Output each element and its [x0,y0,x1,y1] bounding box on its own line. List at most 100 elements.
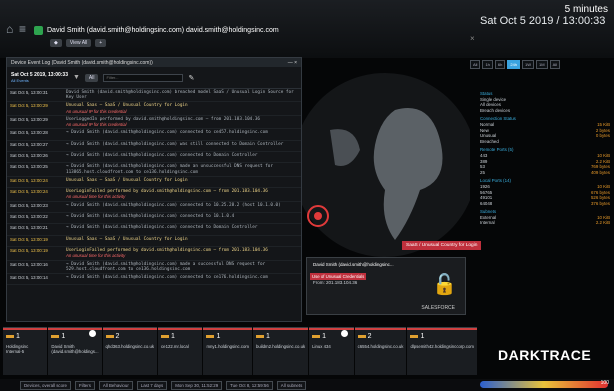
event-log-titlebar[interactable]: Device Event Log (David Smith (david.smi… [7,58,301,67]
tile-count-value: 1 [171,333,175,340]
close-icon[interactable]: × [470,34,475,43]
user-chip[interactable]: David Smith (david.smith@holdingsinc.com… [30,23,283,37]
event-log-toolbar: Sat Oct 5 2019, 13:00:33 All Events ▼ Al… [7,67,301,89]
tile-name: mny1.holdingsinc.com [206,344,249,349]
device-tile[interactable]: 1 dlpsemith42.holdingsinccorp.com [407,327,477,375]
alert-label[interactable]: SaaS / Unusual Country for Login [402,241,482,250]
event-log-sub: All Events [11,78,29,83]
tile-score-bar [102,328,158,330]
sub-toolbar: ◆ View All + [50,39,107,47]
event-row[interactable]: Sat Oct 5, 13:00:19 Unusual Saas — SaaS /… [7,236,301,248]
tile-name: David Smith (david.smith@holdings... [51,344,99,354]
event-timestamp: Sat Oct 5, 13:00:29 [10,103,48,109]
event-text: → David Smith (david.smith@holdingsinc.c… [66,213,235,219]
alert-card[interactable]: Strength: 89 % From: 201.183.104.36 Davi… [306,257,466,315]
time-filter-button[interactable]: 1M [536,60,548,69]
event-row[interactable]: Sat Oct 5, 13:00:27 → David Smith (david.… [7,141,301,152]
event-row[interactable]: Sat Oct 5, 13:00:21 → David Smith (david.… [7,224,301,236]
home-icon[interactable]: ⌂ [6,22,13,36]
stats-value: 0 bytes [595,133,610,139]
event-log-window[interactable]: Device Event Log (David Smith (david.smi… [6,57,302,322]
bottom-filter-chip[interactable]: Filters [74,380,95,390]
event-row[interactable]: Sat Oct 5, 13:00:23 → David Smith (david.… [7,202,301,213]
device-icon [206,335,215,338]
globe-map[interactable] [300,70,470,260]
event-timestamp: Sat Oct 5, 13:00:24 [10,189,48,195]
device-tile[interactable]: 2 c6554.holdingsinc.co.uk [354,327,407,375]
filter-icon[interactable]: ▼ [73,74,80,81]
stats-value: 409 bytes [590,169,610,175]
comment-icon[interactable] [340,330,348,337]
score-slider[interactable]: 100 [480,380,609,388]
device-tile[interactable]: 1 mny1.holdingsinc.com [203,327,252,375]
event-timestamp: Sat Oct 5, 13:00:19 [10,236,48,242]
time-window-label: 5 minutes [564,4,608,15]
event-text-block: → David Smith (david.smith@holdingsinc.c… [66,142,298,150]
device-tile[interactable]: 2 qhd363.holdingsinc.co.uk [102,327,158,375]
tile-score-bar [203,328,252,330]
device-tile[interactable]: 1 David Smith (david.smith@holdings... [48,327,102,375]
comment-icon[interactable] [88,330,96,337]
tile-count: 1 [6,333,44,340]
device-tile[interactable]: 1 buildm2.holdingsinc.co.uk [252,327,309,375]
event-timestamp: Sat Oct 5, 13:00:25 [10,164,48,170]
time-filter-button[interactable]: 6h [494,60,506,69]
darktrace-logo: DARKTRACE [498,347,592,363]
tag-icon[interactable]: ◆ [50,39,62,47]
view-all-button[interactable]: View All [65,39,92,47]
event-row[interactable]: Sat Oct 5, 13:00:26 → David Smith (david.… [7,152,301,164]
event-row[interactable]: Sat Oct 5, 13:00:24 UserLoginFailed perfo… [7,188,301,202]
event-text-block: Unusual Saas — SaaS / Unusual Country fo… [66,178,298,186]
event-timestamp: Sat Oct 5, 13:00:28 [10,130,48,136]
tile-name: c6554.holdingsinc.co.uk [357,344,404,349]
event-row[interactable]: Sat Oct 5, 13:00:28 → David Smith (david.… [7,129,301,141]
time-filter-button[interactable]: All [470,60,481,69]
event-text: → David Smith (david.smith@holdingsinc.c… [66,202,281,208]
device-tiles: 1 Holdingsinc Internal-5 1 David Smith (dav… [3,327,477,375]
stats-panel: Status Single device All devices Breach dev… [480,88,610,226]
event-text: → David Smith (david.smith@holdingsinc.c… [66,164,273,175]
event-text-block: → David Smith (david.smith@holdingsinc.c… [66,275,298,283]
event-text: Unusual Saas — SaaS / Unusual Country fo… [66,236,188,242]
all-select[interactable]: All [84,73,99,82]
stats-label: Breach devices [480,107,511,113]
event-row[interactable]: Sat Oct 5, 13:00:25 → David Smith (david.… [7,163,301,177]
menu-icon[interactable]: ≡ [19,22,26,36]
tile-score-bar [407,328,477,330]
time-filter-button[interactable]: 1h [482,60,493,69]
event-filter-input[interactable] [103,73,184,82]
event-row[interactable]: Sat Oct 5, 13:00:24 Unusual Saas — SaaS /… [7,177,301,189]
device-tile[interactable]: 1 Linux 434 [309,327,354,375]
time-filter-button[interactable]: 1W [522,60,535,69]
device-tile[interactable]: 1 ce122.mr.local [158,327,203,375]
bottom-filter-chip[interactable]: Devices, overall score [20,380,71,390]
time-filter-button[interactable]: All [549,60,561,69]
bottom-filter-chip[interactable]: Last 7 days [136,380,168,390]
bottom-filter-chip[interactable]: Mon Sep 30, 11:52:29 [171,380,223,390]
event-row[interactable]: Sat Oct 5, 13:00:29 UserLoggedIn performe… [7,116,301,130]
event-timestamp: Sat Oct 5, 13:00:26 [10,153,48,158]
event-row[interactable]: Sat Oct 5, 13:00:19 UserLoginFailed perfo… [7,247,301,261]
bottom-filter-chip[interactable]: Tue Oct 8, 12:59:56 [226,380,273,390]
time-filters: All 1h 6h 24h 1W 1M All [470,60,561,69]
event-text: → David Smith (david.smith@holdingsinc.c… [66,274,268,280]
device-tile[interactable]: 1 Holdingsinc Internal-5 [3,327,48,375]
bottom-filter-chip[interactable]: All subnets [276,380,307,390]
event-row[interactable]: Sat Oct 5, 13:00:16 → David Smith (david.… [7,261,301,274]
event-row[interactable]: Sat Oct 5, 13:00:29 Unusual Saas — SaaS /… [7,102,301,116]
bottom-filter-chip[interactable]: All Behaviour [98,380,133,390]
stats-row: 64048 376 bytes [480,201,610,207]
event-text-block: Unusual Saas — SaaS / Unusual Country fo… [66,237,298,245]
event-row[interactable]: Sat Oct 5, 13:00:14 → David Smith (david.… [7,274,301,286]
event-row[interactable]: Sat Oct 5, 13:00:31 David Smith (david.sm… [7,89,301,103]
time-filter-button[interactable]: 24h [507,60,521,69]
tile-count: 1 [255,333,305,340]
edit-icon[interactable]: ✎ [188,74,194,82]
event-row[interactable]: Sat Oct 5, 13:00:22 → David Smith (david.… [7,213,301,225]
lock-icon: 🔓 [432,274,457,296]
tile-count-value: 1 [61,333,66,340]
add-button[interactable]: + [95,39,107,47]
window-controls-icon[interactable]: — × [288,60,297,66]
device-icon [161,335,170,338]
tile-count-value: 2 [115,333,120,340]
